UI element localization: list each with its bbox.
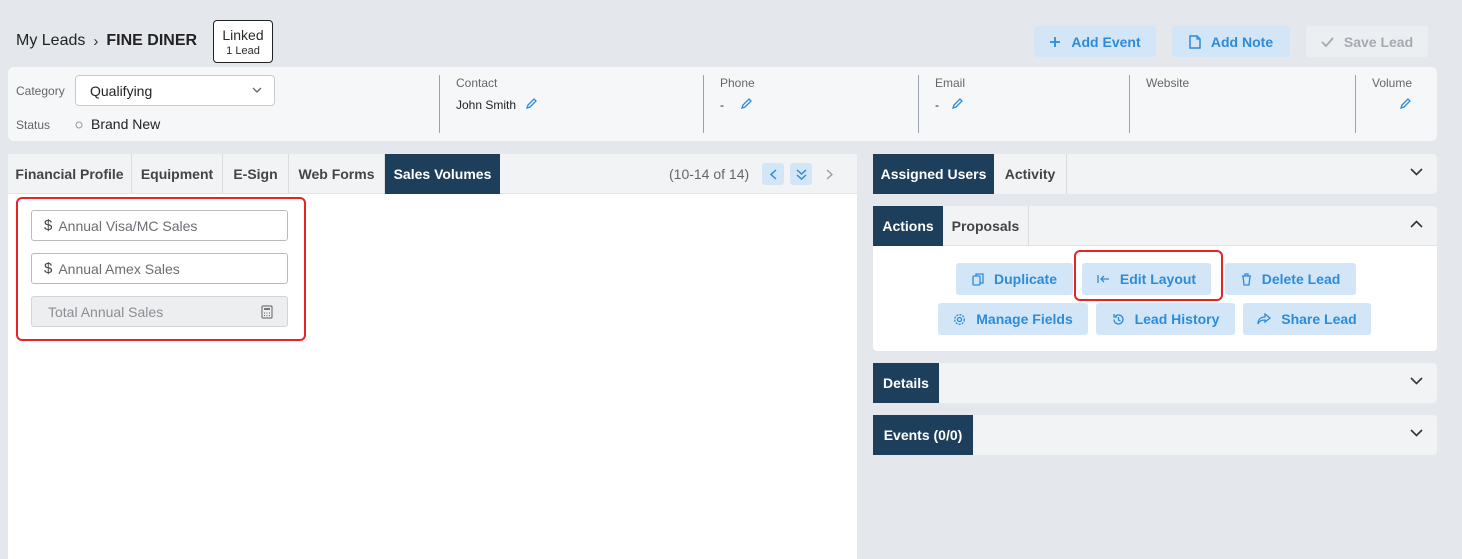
edit-volume-icon[interactable]	[1399, 97, 1412, 110]
share-icon	[1257, 313, 1272, 325]
status-circle-icon	[75, 121, 83, 129]
linked-title: Linked	[222, 27, 264, 43]
add-event-label: Add Event	[1071, 33, 1141, 50]
annual-amex-sales-input[interactable]: $ Annual Amex Sales	[31, 253, 288, 284]
status-label: Status	[16, 118, 51, 132]
trash-icon	[1241, 272, 1252, 286]
add-event-button[interactable]: Add Event	[1034, 26, 1156, 57]
prev-page-button[interactable]	[762, 163, 784, 185]
linked-count: 1 Lead	[226, 45, 260, 57]
chevron-right-icon	[826, 169, 833, 180]
breadcrumb: My Leads › FINE DINER	[16, 32, 197, 50]
phone-value: -	[720, 98, 724, 112]
phone-label: Phone	[720, 76, 755, 90]
calculator-icon	[261, 305, 273, 319]
total-annual-sales-field: Total Annual Sales	[31, 296, 288, 327]
copy-icon	[972, 272, 984, 286]
tab-financial-profile[interactable]: Financial Profile	[8, 154, 132, 194]
check-icon	[1321, 36, 1334, 47]
lead-info-bar: Category Qualifying Status Brand New Con…	[8, 67, 1437, 141]
category-value: Qualifying	[90, 83, 153, 99]
edit-contact-icon[interactable]	[525, 97, 538, 110]
annual-visa-mc-sales-input[interactable]: $ Annual Visa/MC Sales	[31, 210, 288, 241]
actions-panel: Actions Proposals Duplicate Edit Layout …	[873, 206, 1437, 351]
tab-e-sign[interactable]: E-Sign	[223, 154, 289, 194]
next-page-button[interactable]	[818, 163, 840, 185]
total-annual-placeholder: Total Annual Sales	[48, 303, 164, 320]
divider	[1355, 75, 1356, 133]
duplicate-label: Duplicate	[993, 271, 1057, 287]
details-panel: Details	[873, 363, 1437, 403]
left-tab-bar: Financial Profile Equipment E-Sign Web F…	[8, 154, 857, 194]
tab-equipment[interactable]: Equipment	[132, 154, 223, 194]
breadcrumb-my-leads[interactable]: My Leads	[16, 32, 85, 50]
dollar-icon: $	[44, 260, 53, 277]
tab-assigned-users[interactable]: Assigned Users	[873, 154, 994, 194]
email-value: -	[935, 98, 939, 112]
divider	[439, 75, 440, 133]
save-lead-button[interactable]: Save Lead	[1306, 26, 1428, 57]
chevron-down-icon[interactable]	[1410, 377, 1423, 385]
category-label: Category	[16, 84, 65, 98]
edit-email-icon[interactable]	[951, 97, 964, 110]
chevron-up-icon[interactable]	[1410, 220, 1423, 228]
gear-icon	[953, 313, 966, 326]
manage-fields-button[interactable]: Manage Fields	[938, 303, 1088, 335]
events-panel: Events (0/0)	[873, 415, 1437, 455]
tab-actions[interactable]: Actions	[873, 206, 943, 246]
tab-proposals[interactable]: Proposals	[943, 206, 1029, 246]
dollar-icon: $	[44, 217, 53, 234]
delete-lead-button[interactable]: Delete Lead	[1225, 263, 1356, 295]
page-title: FINE DINER	[106, 32, 198, 49]
category-select[interactable]: Qualifying	[75, 75, 275, 106]
volume-label: Volume	[1372, 76, 1413, 90]
plus-icon	[1049, 36, 1061, 48]
add-note-label: Add Note	[1210, 33, 1274, 50]
share-lead-button[interactable]: Share Lead	[1243, 303, 1371, 335]
pager-text: (10-14 of 14)	[669, 166, 750, 182]
lead-history-label: Lead History	[1134, 311, 1220, 327]
contact-label: Contact	[456, 76, 498, 90]
add-note-button[interactable]: Add Note	[1172, 26, 1290, 57]
save-lead-label: Save Lead	[1343, 33, 1414, 50]
website-label: Website	[1146, 76, 1190, 90]
users-panel: Assigned Users Activity	[873, 154, 1437, 194]
duplicate-button[interactable]: Duplicate	[956, 263, 1073, 295]
chevron-down-icon	[252, 87, 262, 93]
left-panel: Financial Profile Equipment E-Sign Web F…	[8, 154, 857, 559]
chevron-left-icon	[769, 168, 777, 180]
tab-sales-volumes[interactable]: Sales Volumes	[385, 154, 500, 194]
chevron-down-icon[interactable]	[1410, 168, 1423, 176]
history-icon	[1112, 313, 1125, 326]
edit-phone-icon[interactable]	[740, 97, 753, 110]
linked-leads-badge[interactable]: Linked 1 Lead	[213, 20, 273, 63]
tab-activity[interactable]: Activity	[994, 154, 1067, 194]
status-value: Brand New	[91, 116, 161, 132]
breadcrumb-separator: ›	[93, 32, 99, 50]
document-icon	[1189, 34, 1201, 49]
edit-layout-highlight	[1074, 250, 1223, 301]
more-tabs-button[interactable]	[790, 163, 812, 185]
details-title[interactable]: Details	[873, 363, 939, 403]
divider	[703, 75, 704, 133]
manage-fields-label: Manage Fields	[976, 311, 1073, 327]
annual-amex-placeholder: Annual Amex Sales	[58, 260, 180, 277]
double-chevron-down-icon	[796, 168, 807, 180]
divider	[918, 75, 919, 133]
email-label: Email	[935, 76, 966, 90]
tab-web-forms[interactable]: Web Forms	[289, 154, 385, 194]
events-title[interactable]: Events (0/0)	[873, 415, 973, 455]
share-lead-label: Share Lead	[1281, 311, 1357, 327]
chevron-down-icon[interactable]	[1410, 429, 1423, 437]
annual-visa-mc-placeholder: Annual Visa/MC Sales	[58, 217, 198, 234]
delete-lead-label: Delete Lead	[1261, 271, 1341, 287]
divider	[1129, 75, 1130, 133]
lead-history-button[interactable]: Lead History	[1096, 303, 1235, 335]
contact-value: John Smith	[456, 98, 517, 112]
